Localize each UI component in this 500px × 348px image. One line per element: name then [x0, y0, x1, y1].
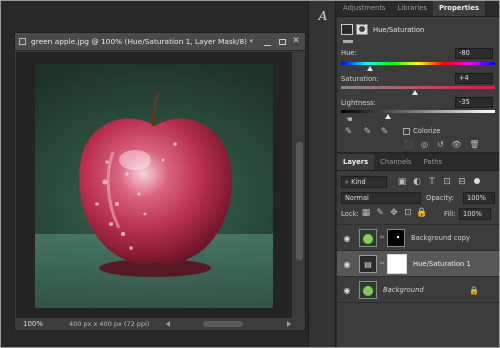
- lightness-slider-thumb[interactable]: [385, 114, 391, 119]
- chain-link-icon[interactable]: ∞: [379, 233, 385, 243]
- layer-thumbnail: [359, 229, 377, 247]
- fill-label: Fill:: [444, 210, 456, 218]
- reset-icon[interactable]: ↺: [435, 139, 446, 149]
- trash-icon[interactable]: 🗑: [469, 139, 480, 149]
- properties-tabs: Adjustments Libraries Properties: [337, 0, 500, 17]
- smart-object-filter-icon[interactable]: ⊟: [457, 176, 467, 187]
- layer-name[interactable]: Background: [383, 286, 424, 294]
- fill-input[interactable]: 100%: [459, 208, 491, 220]
- lock-image-icon[interactable]: ✎: [375, 208, 385, 218]
- eye-icon[interactable]: ◉: [341, 284, 353, 296]
- opacity-value: 100%: [467, 194, 486, 202]
- adjustment-layer-icon: [341, 24, 353, 35]
- tab-libraries[interactable]: Libraries: [392, 0, 433, 16]
- character-panel-icon[interactable]: A: [315, 8, 331, 24]
- visibility-toggle-icon[interactable]: ◎: [419, 139, 430, 149]
- lock-label: Lock:: [341, 210, 359, 218]
- lock-transparent-icon[interactable]: ▦: [361, 208, 371, 218]
- tab-paths[interactable]: Paths: [418, 154, 448, 170]
- saturation-slider-thumb[interactable]: [412, 90, 418, 95]
- hue-slider-thumb[interactable]: [367, 66, 373, 71]
- right-panel: Adjustments Libraries Properties Hue/Sat…: [337, 0, 500, 348]
- panel-dock-strip: A: [308, 0, 336, 348]
- filter-kind-select[interactable]: ⌕ Kind: [341, 176, 387, 188]
- clip-icon[interactable]: ⬛: [403, 139, 414, 149]
- layer-mask-thumbnail: [387, 254, 407, 274]
- layer-row[interactable]: ◉ ∞ Background copy: [337, 224, 500, 250]
- restore-icon[interactable]: [277, 37, 287, 47]
- saturation-value-input[interactable]: +4: [455, 73, 493, 84]
- hand-target-icon[interactable]: ☚: [345, 115, 353, 124]
- scroll-right-icon[interactable]: [287, 321, 292, 327]
- pixel-filter-icon[interactable]: ▣: [397, 176, 407, 187]
- tab-layers[interactable]: Layers: [337, 154, 375, 170]
- layers-tabs: Layers Channels Paths: [337, 154, 500, 171]
- document-title: green apple.jpg @ 100% (Hue/Saturation 1…: [31, 37, 254, 46]
- eye-icon[interactable]: 👁: [451, 139, 462, 149]
- fill-value: 100%: [463, 210, 482, 218]
- document-tab-handle-icon: [19, 38, 26, 45]
- lightness-value-input[interactable]: -35: [455, 97, 493, 108]
- filter-toggle-icon[interactable]: [474, 178, 480, 184]
- blend-mode-value: Normal: [345, 194, 369, 202]
- eyedropper-minus-icon[interactable]: ✎: [379, 126, 390, 137]
- adjustment-filter-icon[interactable]: ◐: [412, 176, 422, 187]
- preset-collapse-icon[interactable]: [343, 40, 353, 43]
- layer-name[interactable]: Hue/Saturation 1: [413, 260, 471, 268]
- layer-row[interactable]: ◉ Background 🔒: [337, 276, 500, 302]
- type-filter-icon[interactable]: T: [427, 176, 437, 187]
- colorize-checkbox[interactable]: [403, 128, 410, 135]
- lock-icon[interactable]: 🔒: [469, 285, 479, 295]
- layers-empty-area: [337, 302, 500, 348]
- saturation-label: Saturation:: [341, 75, 379, 83]
- eyedropper-plus-icon[interactable]: ✎: [362, 126, 373, 137]
- document-tab[interactable]: green apple.jpg @ 100% (Hue/Saturation 1…: [15, 33, 305, 51]
- canvas-area[interactable]: [16, 52, 292, 318]
- colorize-label: Colorize: [413, 127, 441, 135]
- lock-artboard-icon[interactable]: ⊡: [403, 208, 413, 218]
- apple-image: [35, 64, 273, 308]
- horizontal-scrollbar[interactable]: [203, 321, 243, 327]
- eye-icon[interactable]: ◉: [341, 258, 353, 270]
- document-window: green apple.jpg @ 100% (Hue/Saturation 1…: [14, 32, 306, 330]
- hue-value-input[interactable]: -80: [455, 48, 493, 59]
- layer-thumbnail: [359, 281, 377, 299]
- tab-channels[interactable]: Channels: [374, 154, 417, 170]
- lightness-label: Lightness:: [341, 99, 376, 107]
- minimize-icon[interactable]: [262, 37, 272, 47]
- apple-picture: [35, 91, 273, 308]
- scroll-left-icon[interactable]: [165, 321, 170, 327]
- adjustment-name: Hue/Saturation: [373, 26, 425, 34]
- tab-properties[interactable]: Properties: [432, 0, 486, 16]
- opacity-input[interactable]: 100%: [463, 192, 495, 204]
- zoom-level[interactable]: 100%: [23, 318, 43, 330]
- hue-label: Hue:: [341, 49, 357, 57]
- shape-filter-icon[interactable]: ⊡: [442, 176, 452, 187]
- close-icon[interactable]: ✕: [291, 36, 301, 46]
- saturation-slider-track[interactable]: [341, 86, 495, 89]
- chain-link-icon[interactable]: ∞: [379, 259, 385, 269]
- layer-row-selected[interactable]: ◉ ▤ ∞ Hue/Saturation 1: [337, 250, 500, 276]
- blend-mode-select[interactable]: Normal: [341, 192, 421, 204]
- status-bar: 100% 400 px x 400 px (72 ppi): [15, 318, 305, 330]
- layer-name[interactable]: Background copy: [411, 234, 470, 242]
- hue-slider-track[interactable]: [341, 62, 495, 65]
- vertical-scrollbar[interactable]: [294, 52, 305, 318]
- filter-kind-value: Kind: [351, 178, 366, 186]
- eyedropper-icon[interactable]: ✎: [343, 126, 354, 137]
- tab-adjustments[interactable]: Adjustments: [337, 0, 392, 16]
- lightness-slider-track[interactable]: [341, 110, 495, 113]
- eye-icon[interactable]: ◉: [341, 232, 353, 244]
- layer-mask-thumbnail: [387, 229, 405, 247]
- lock-position-icon[interactable]: ✥: [389, 208, 399, 218]
- mask-icon[interactable]: [356, 24, 368, 35]
- adjustment-layer-icon: ▤: [359, 255, 377, 273]
- document-size-info[interactable]: 400 px x 400 px (72 ppi): [69, 318, 149, 330]
- lock-all-icon[interactable]: 🔒: [416, 208, 427, 218]
- opacity-label: Opacity:: [426, 194, 454, 202]
